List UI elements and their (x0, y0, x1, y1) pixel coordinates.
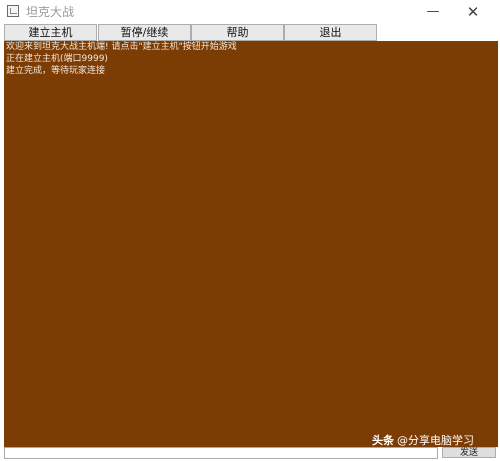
send-button[interactable]: 发送 (442, 447, 496, 458)
app-icon (7, 5, 19, 17)
bottom-bar: 发送 (4, 447, 498, 459)
game-window: 坦克大战 — ✕ 建立主机 暂停/继续 帮助 退出 欢迎来到坦克大战主机端! 请… (0, 0, 500, 461)
minimize-button[interactable]: — (418, 2, 448, 22)
title-bar: 坦克大战 — ✕ (0, 0, 500, 24)
chat-input[interactable] (4, 447, 438, 459)
pause-resume-button[interactable]: 暂停/继续 (98, 24, 191, 41)
watermark-brand: 头条 (372, 434, 394, 447)
log-line: 欢迎来到坦克大战主机端! 请点击"建立主机"按钮开始游戏 (6, 42, 237, 52)
close-button[interactable]: ✕ (458, 2, 488, 22)
log-line: 正在建立主机(端口9999) (6, 54, 108, 64)
log-line: 建立完成，等待玩家连接 (6, 66, 106, 76)
exit-button[interactable]: 退出 (284, 24, 377, 41)
create-host-button[interactable]: 建立主机 (4, 24, 97, 41)
menu-bar: 建立主机 暂停/继续 帮助 退出 (4, 24, 498, 41)
help-button[interactable]: 帮助 (191, 24, 284, 41)
window-title: 坦克大战 (26, 5, 75, 19)
watermark: 头条 @分享电脑学习 (372, 434, 474, 448)
game-area[interactable]: 欢迎来到坦克大战主机端! 请点击"建立主机"按钮开始游戏 正在建立主机(端口99… (4, 41, 498, 447)
watermark-handle: @分享电脑学习 (397, 434, 474, 447)
